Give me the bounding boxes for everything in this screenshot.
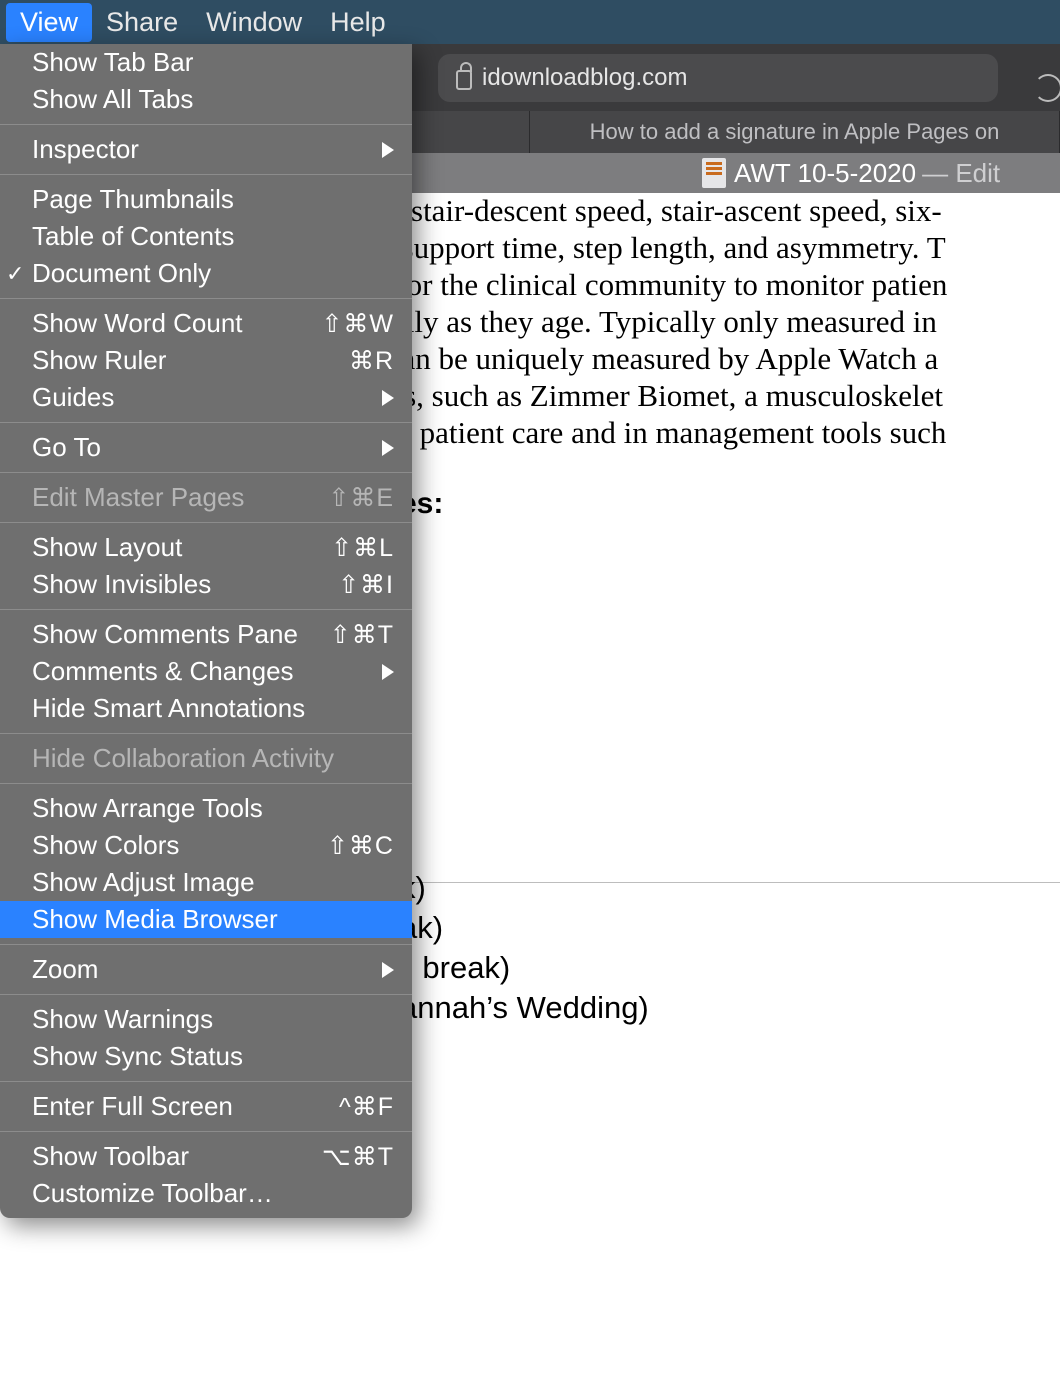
pages-doc-icon bbox=[702, 158, 726, 188]
shortcut-label: ⇧⌘W bbox=[321, 309, 394, 339]
menu-separator bbox=[0, 124, 412, 125]
doc-text-line: e support time, step length, and asymmet… bbox=[380, 229, 946, 266]
checkmark-icon: ✓ bbox=[6, 261, 24, 287]
menu-item-show-media-browser[interactable]: Show Media Browser bbox=[0, 901, 412, 938]
menu-item-show-toolbar[interactable]: Show Toolbar ⌥⌘T bbox=[0, 1138, 412, 1175]
menu-separator bbox=[0, 994, 412, 995]
lock-icon bbox=[456, 70, 472, 90]
menu-window[interactable]: Window bbox=[192, 3, 316, 42]
menu-item-table-of-contents[interactable]: Table of Contents bbox=[0, 218, 412, 255]
doc-text-line: ak) bbox=[400, 908, 649, 948]
doc-text-line: ll break) bbox=[400, 948, 649, 988]
doc-text-line: annah’s Wedding) bbox=[400, 988, 649, 1028]
doc-bullet-fragments: k) ak) ll break) annah’s Wedding) bbox=[400, 868, 649, 1028]
menu-share[interactable]: Share bbox=[92, 3, 192, 42]
menu-separator bbox=[0, 783, 412, 784]
doc-text-line: t for the clinical community to monitor … bbox=[380, 266, 947, 303]
menu-item-go-to[interactable]: Go To bbox=[0, 429, 412, 466]
menu-separator bbox=[0, 1081, 412, 1082]
submenu-arrow-icon bbox=[382, 142, 394, 158]
menu-item-customize-toolbar[interactable]: Customize Toolbar… bbox=[0, 1175, 412, 1212]
shortcut-label: ⌘R bbox=[349, 346, 394, 376]
menu-item-show-comments-pane[interactable]: Show Comments Pane ⇧⌘T bbox=[0, 616, 412, 653]
menu-item-page-thumbnails[interactable]: Page Thumbnails bbox=[0, 181, 412, 218]
menu-item-guides[interactable]: Guides bbox=[0, 379, 412, 416]
menu-separator bbox=[0, 1131, 412, 1132]
menu-item-hide-collaboration-activity: Hide Collaboration Activity bbox=[0, 740, 412, 777]
menu-item-comments-changes[interactable]: Comments & Changes bbox=[0, 653, 412, 690]
document-status: — Edit bbox=[922, 158, 1000, 189]
reload-icon[interactable] bbox=[1034, 74, 1060, 102]
menu-item-show-sync-status[interactable]: Show Sync Status bbox=[0, 1038, 412, 1075]
document-title: AWT 10-5-2020 bbox=[734, 158, 916, 189]
menu-item-inspector[interactable]: Inspector bbox=[0, 131, 412, 168]
menu-item-show-ruler[interactable]: Show Ruler ⌘R bbox=[0, 342, 412, 379]
doc-text-line: k) bbox=[400, 868, 649, 908]
menu-item-zoom[interactable]: Zoom bbox=[0, 951, 412, 988]
menu-item-show-tab-bar[interactable]: Show Tab Bar bbox=[0, 44, 412, 81]
menu-item-document-only[interactable]: ✓ Document Only bbox=[0, 255, 412, 292]
shortcut-label: ^⌘F bbox=[339, 1092, 394, 1122]
doc-text-line: can be uniquely measured by Apple Watch … bbox=[380, 340, 938, 377]
menu-separator bbox=[0, 522, 412, 523]
menu-separator bbox=[0, 733, 412, 734]
shortcut-label: ⇧⌘C bbox=[327, 831, 394, 861]
doc-text-line: ers, such as Zimmer Biomet, a musculoske… bbox=[380, 377, 943, 414]
submenu-arrow-icon bbox=[382, 962, 394, 978]
menu-item-show-layout[interactable]: Show Layout ⇧⌘L bbox=[0, 529, 412, 566]
menu-item-enter-full-screen[interactable]: Enter Full Screen ^⌘F bbox=[0, 1088, 412, 1125]
menu-separator bbox=[0, 944, 412, 945]
menu-item-edit-master-pages: Edit Master Pages ⇧⌘E bbox=[0, 479, 412, 516]
shortcut-label: ⇧⌘T bbox=[330, 620, 394, 650]
submenu-arrow-icon bbox=[382, 664, 394, 680]
menu-item-hide-smart-annotations[interactable]: Hide Smart Annotations bbox=[0, 690, 412, 727]
menu-item-show-all-tabs[interactable]: Show All Tabs bbox=[0, 81, 412, 118]
address-bar[interactable]: idownloadblog.com bbox=[438, 54, 998, 102]
menu-item-show-invisibles[interactable]: Show Invisibles ⇧⌘I bbox=[0, 566, 412, 603]
background-tab[interactable]: How to add a signature in Apple Pages on bbox=[530, 111, 1060, 153]
submenu-arrow-icon bbox=[382, 390, 394, 406]
menu-separator bbox=[0, 609, 412, 610]
shortcut-label: ⇧⌘L bbox=[331, 533, 394, 563]
shortcut-label: ⌥⌘T bbox=[322, 1142, 394, 1172]
menubar: View Share Window Help bbox=[0, 0, 1060, 44]
shortcut-label: ⇧⌘E bbox=[328, 483, 394, 513]
menu-item-show-warnings[interactable]: Show Warnings bbox=[0, 1001, 412, 1038]
menu-separator bbox=[0, 174, 412, 175]
menu-item-show-word-count[interactable]: Show Word Count ⇧⌘W bbox=[0, 305, 412, 342]
doc-text-line: in patient care and in management tools … bbox=[380, 414, 946, 451]
menu-separator bbox=[0, 298, 412, 299]
view-menu-dropdown: Show Tab Bar Show All Tabs Inspector Pag… bbox=[0, 44, 412, 1218]
menu-item-show-colors[interactable]: Show Colors ⇧⌘C bbox=[0, 827, 412, 864]
address-domain: idownloadblog.com bbox=[482, 64, 687, 92]
menu-item-show-adjust-image[interactable]: Show Adjust Image bbox=[0, 864, 412, 901]
shortcut-label: ⇧⌘I bbox=[338, 570, 394, 600]
doc-text-line: asily as they age. Typically only measur… bbox=[380, 303, 937, 340]
doc-text-line: d, stair-descent speed, stair-ascent spe… bbox=[380, 192, 942, 229]
submenu-arrow-icon bbox=[382, 440, 394, 456]
menu-separator bbox=[0, 472, 412, 473]
menu-view[interactable]: View bbox=[6, 3, 92, 42]
menu-separator bbox=[0, 422, 412, 423]
menu-item-show-arrange-tools[interactable]: Show Arrange Tools bbox=[0, 790, 412, 827]
menu-help[interactable]: Help bbox=[316, 3, 400, 42]
